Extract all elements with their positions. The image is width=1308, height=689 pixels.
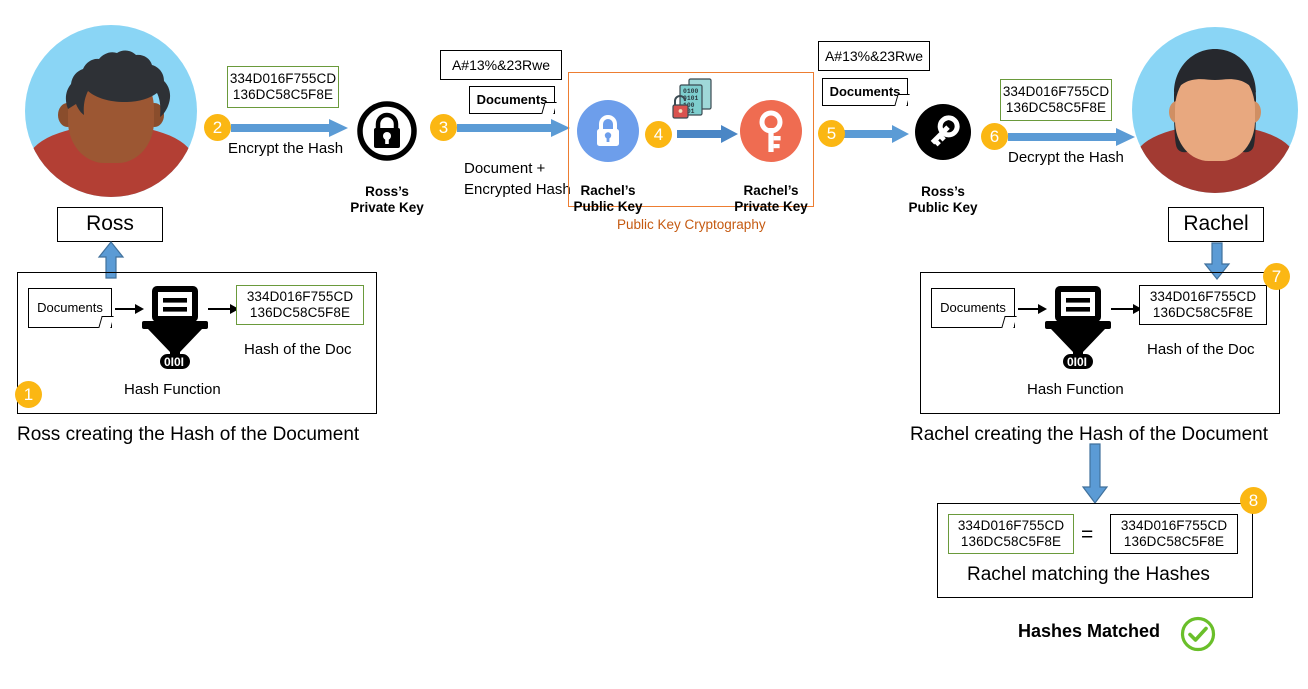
hash-box-panel2-text: 334D016F755CD 136DC58C5F8E [1149, 289, 1257, 320]
hash-box-match-left: 334D016F755CD 136DC58C5F8E [948, 514, 1074, 554]
arrow-step4 [677, 125, 738, 143]
hash-box-match-right-text: 334D016F755CD 136DC58C5F8E [1120, 518, 1228, 549]
step-badge-6-text: 6 [989, 126, 1000, 146]
hash-box-step6-text: 334D016F755CD 136DC58C5F8E [1002, 84, 1110, 115]
equals-sign: = [1081, 523, 1094, 546]
encrypted-hash-box-step3: A#13%&23Rwe [440, 50, 562, 80]
name-label-ross-text: Ross [86, 212, 134, 236]
step-badge-2-text: 2 [212, 117, 223, 137]
arrow-step3 [457, 119, 570, 137]
step-badge-5-text: 5 [826, 123, 837, 143]
check-circle-icon [1180, 616, 1216, 652]
step-badge-3: 3 [430, 114, 457, 141]
key-label-rachel-public: Rachel’s Public Key [573, 183, 643, 215]
documents-box-step3: Documents [469, 86, 557, 114]
dogear-fold-icon [98, 316, 114, 328]
step-badge-8-text: 8 [1248, 490, 1259, 510]
hash-caption-panel1: Hash of the Doc [244, 341, 352, 358]
step-badge-5: 5 [818, 120, 845, 147]
key-icon-rachel-private-key [759, 110, 783, 152]
name-label-ross: Ross [57, 207, 163, 242]
dogear-fold-icon [541, 102, 557, 114]
key-label-ross-private: Ross’s Private Key [350, 184, 424, 216]
step-badge-4-text: 4 [653, 124, 664, 144]
hash-caption-panel2: Hash of the Doc [1147, 341, 1255, 358]
step-badge-7: 7 [1263, 263, 1290, 290]
hash-box-panel1: 334D016F755CD 136DC58C5F8E [236, 285, 364, 325]
avatar-ross [25, 25, 197, 197]
encrypted-document-icon: 0100 0101 100 101 [672, 78, 712, 119]
documents-box-panel2: Documents [931, 288, 1017, 328]
arrow-step6 [1008, 128, 1135, 146]
key-label-rachel-private: Rachel’s Private Key [734, 183, 808, 215]
encrypted-hash-box-step5-text: A#13%&23Rwe [824, 47, 924, 64]
step-badge-6: 6 [981, 123, 1008, 150]
hash-function-caption-panel2: Hash Function [1027, 381, 1124, 398]
arrow-to-match-panel [1081, 443, 1109, 504]
arrow-step2 [231, 119, 348, 137]
match-panel-caption: Rachel matching the Hashes [967, 564, 1210, 585]
documents-box-panel2-text: Documents [940, 300, 1006, 316]
hash-box-match-right: 334D016F755CD 136DC58C5F8E [1110, 514, 1238, 554]
hash-box-step2-text: 334D016F755CD 136DC58C5F8E [229, 71, 337, 102]
hash-box-step2: 334D016F755CD 136DC58C5F8E [227, 66, 339, 108]
documents-box-step3-text: Documents [476, 92, 548, 108]
step-badge-3-text: 3 [438, 117, 449, 137]
arrow-label-decrypt-hash: Decrypt the Hash [1008, 149, 1124, 166]
lock-icon-ross-private-key [357, 101, 417, 161]
key-label-ross-public: Ross’s Public Key [908, 184, 978, 216]
step-badge-8: 8 [1240, 487, 1267, 514]
hash-box-panel1-text: 334D016F755CD 136DC58C5F8E [246, 289, 354, 320]
step-badge-1-text: 1 [23, 384, 34, 404]
documents-box-panel1: Documents [28, 288, 114, 328]
dogear-fold-icon [894, 94, 910, 106]
documents-box-step5-text: Documents [829, 84, 901, 100]
svg-text:0I0I: 0I0I [164, 355, 184, 369]
arrow-step5 [844, 125, 909, 143]
hash-function-caption-panel1: Hash Function [124, 381, 221, 398]
documents-box-panel1-text: Documents [37, 300, 103, 316]
svg-text:0I0I: 0I0I [1067, 355, 1087, 369]
encrypted-hash-box-step5: A#13%&23Rwe [818, 41, 930, 71]
rachel-hash-panel-caption: Rachel creating the Hash of the Document [910, 424, 1269, 445]
ross-hair [65, 50, 171, 117]
rachel-hair-front [1174, 49, 1256, 93]
encrypted-hash-box-step3-text: A#13%&23Rwe [451, 56, 551, 73]
hash-box-step6: 334D016F755CD 136DC58C5F8E [1000, 79, 1112, 121]
step-badge-2: 2 [204, 114, 231, 141]
step-badge-7-text: 7 [1271, 266, 1282, 286]
avatar-rachel [1132, 27, 1298, 193]
ross-hash-panel-caption: Ross creating the Hash of the Document [17, 424, 360, 445]
step-badge-4: 4 [645, 121, 672, 148]
dogear-fold-icon [1001, 316, 1017, 328]
hash-box-match-left-text: 334D016F755CD 136DC58C5F8E [957, 518, 1065, 549]
step-badge-1: 1 [15, 381, 42, 408]
hash-function-icon-panel1: 0I0I [142, 286, 208, 369]
hashes-matched-label: Hashes Matched [1018, 621, 1161, 641]
hash-box-panel2: 334D016F755CD 136DC58C5F8E [1139, 285, 1267, 325]
arrow-label-encrypt-hash: Encrypt the Hash [228, 140, 344, 157]
hash-function-icon-panel2: 0I0I [1045, 286, 1111, 369]
lock-icon-rachel-public-key [597, 115, 619, 146]
name-label-rachel: Rachel [1168, 207, 1264, 242]
key-icon-ross-public-key [930, 115, 960, 147]
documents-box-step5: Documents [822, 78, 910, 106]
public-key-cryptography-caption: Public Key Cryptography [617, 217, 766, 232]
name-label-rachel-text: Rachel [1183, 212, 1249, 236]
svg-text:0100: 0100 [683, 88, 699, 95]
